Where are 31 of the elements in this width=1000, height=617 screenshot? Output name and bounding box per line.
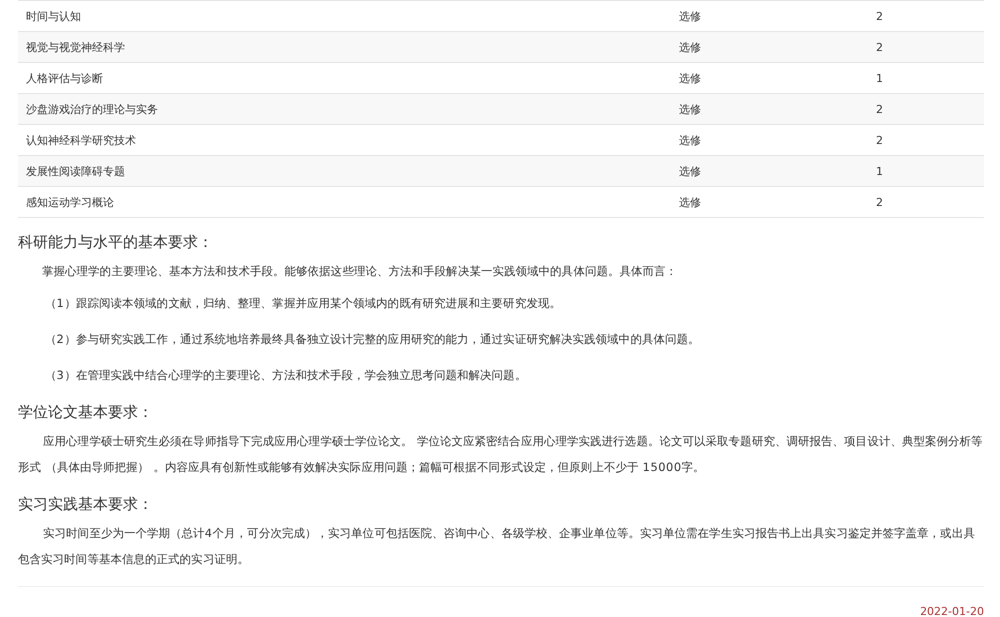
course-type: 选修 xyxy=(679,132,702,148)
course-credits: 2 xyxy=(876,40,884,54)
course-name: 感知运动学习概论 xyxy=(26,194,115,210)
paragraph: 实习时间至少为一个学期（总计4个月，可分次完成），实习单位可包括医院、咨询中心、各级学校、企事业单位等。实习单位需在学生实习报告书上出具实习鉴定并签字盖章，或出具包含实习时间等基本信息的正式的实习证明。 xyxy=(18,525,976,568)
post-date: 2022-01-20 xyxy=(920,605,984,617)
paragraph: 应用心理学硕士研究生必须在导师指导下完成应用心理学硕士学位论文。 学位论文应紧密结合应用心理学实践进行选题。论文可以采取专题研究、调研报告、项目设计、典型案例分析等形式 （具体由导师把握） 。内容应具有创新性或能够有效解决实际应用问题；篇幅可根据不同形式设定，但原则上不少于 15000字。 xyxy=(18,433,984,476)
course-type: 选修 xyxy=(679,40,702,54)
course-credits: 2 xyxy=(876,196,884,208)
paragraph: 掌握心理学的主要理论、基本方法和技术手段。能够依据这些理论、方法和手段解决某一实践领域中的具体问题。具体而言： xyxy=(41,263,678,280)
section-heading: 实习实践基本要求： xyxy=(18,494,154,514)
course-credits: 2 xyxy=(876,10,884,22)
course-name: 发展性阅读障碍专题 xyxy=(26,164,126,178)
paragraph: （1）跟踪阅读本领域的文献，归纳、整理、掌握并应用某个领域内的既有研究进展和主要研究发现。 xyxy=(44,295,562,312)
course-name: 沙盘游戏治疗的理论与实务 xyxy=(26,102,159,116)
course-credits: 2 xyxy=(876,134,884,146)
course-name: 人格评估与诊断 xyxy=(26,70,104,86)
course-type: 选修 xyxy=(679,102,702,116)
section-heading: 科研能力与水平的基本要求： xyxy=(18,232,214,252)
course-name: 时间与认知 xyxy=(26,8,82,24)
paragraph: （2）参与研究实践工作，通过系统地培养最终具备独立设计完整的应用研究的能力，通过实证研究解决实践领域中的具体问题。 xyxy=(44,331,701,348)
course-credits: 1 xyxy=(876,72,884,84)
course-type: 选修 xyxy=(679,194,702,210)
course-type: 选修 xyxy=(679,70,702,86)
section-heading: 学位论文基本要求： xyxy=(18,402,154,422)
course-name: 认知神经科学研究技术 xyxy=(26,132,137,148)
course-name: 视觉与视觉神经科学 xyxy=(26,40,126,54)
course-type: 选修 xyxy=(679,8,702,24)
course-credits: 2 xyxy=(876,102,884,116)
course-credits: 1 xyxy=(876,164,884,178)
paragraph: （3）在管理实践中结合心理学的主要理论、方法和技术手段，学会独立思考问题和解决问题。 xyxy=(44,367,528,384)
course-type: 选修 xyxy=(679,164,702,178)
